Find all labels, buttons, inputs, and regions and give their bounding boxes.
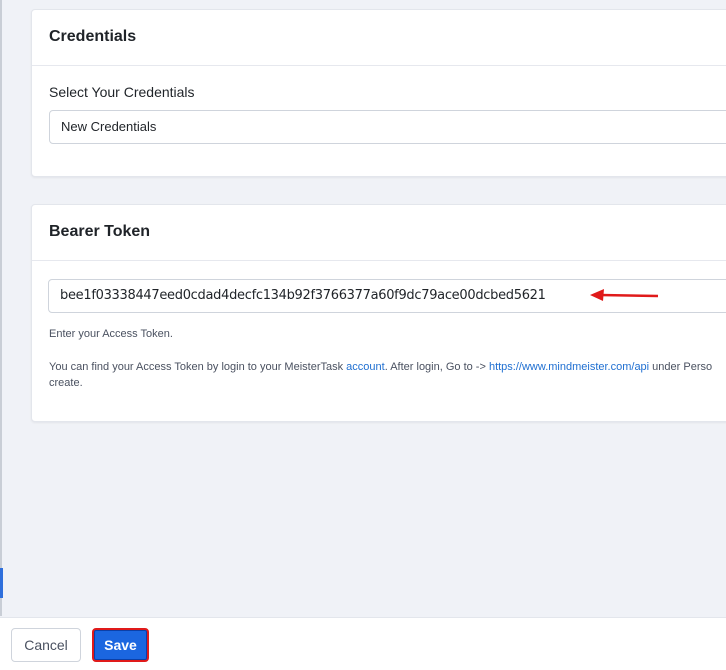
info-text-line2: create. [49, 377, 83, 389]
footer-bar: Cancel Save [0, 617, 726, 670]
info-text-middle: . After login, Go to -> [384, 361, 489, 373]
bearer-token-card: Bearer Token bee1f03338447eed0cdad4decfc… [31, 204, 726, 422]
credentials-card: Credentials Select Your Credentials New … [31, 9, 726, 177]
mindmeister-api-link[interactable]: https://www.mindmeister.com/api [489, 361, 649, 373]
bearer-token-title: Bearer Token [49, 223, 151, 240]
access-token-info: You can find your Access Token by login … [49, 359, 726, 391]
credentials-title: Credentials [49, 28, 137, 45]
left-rail-marker [0, 568, 3, 598]
left-rail [0, 0, 2, 616]
select-credentials-label: Select Your Credentials [49, 84, 195, 100]
access-token-hint: Enter your Access Token. [49, 328, 173, 340]
credentials-select[interactable]: New Credentials [49, 110, 726, 144]
bearer-token-card-header: Bearer Token [32, 205, 726, 261]
info-text-suffix: under Perso [649, 361, 713, 373]
save-button[interactable]: Save [92, 628, 149, 662]
account-link[interactable]: account [346, 361, 385, 373]
info-text-prefix: You can find your Access Token by login … [49, 361, 347, 373]
credentials-card-header: Credentials [32, 10, 726, 66]
credentials-card-body: Select Your Credentials New Credentials [32, 66, 726, 161]
annotation-arrow-icon [590, 289, 659, 301]
cancel-button[interactable]: Cancel [11, 628, 81, 662]
